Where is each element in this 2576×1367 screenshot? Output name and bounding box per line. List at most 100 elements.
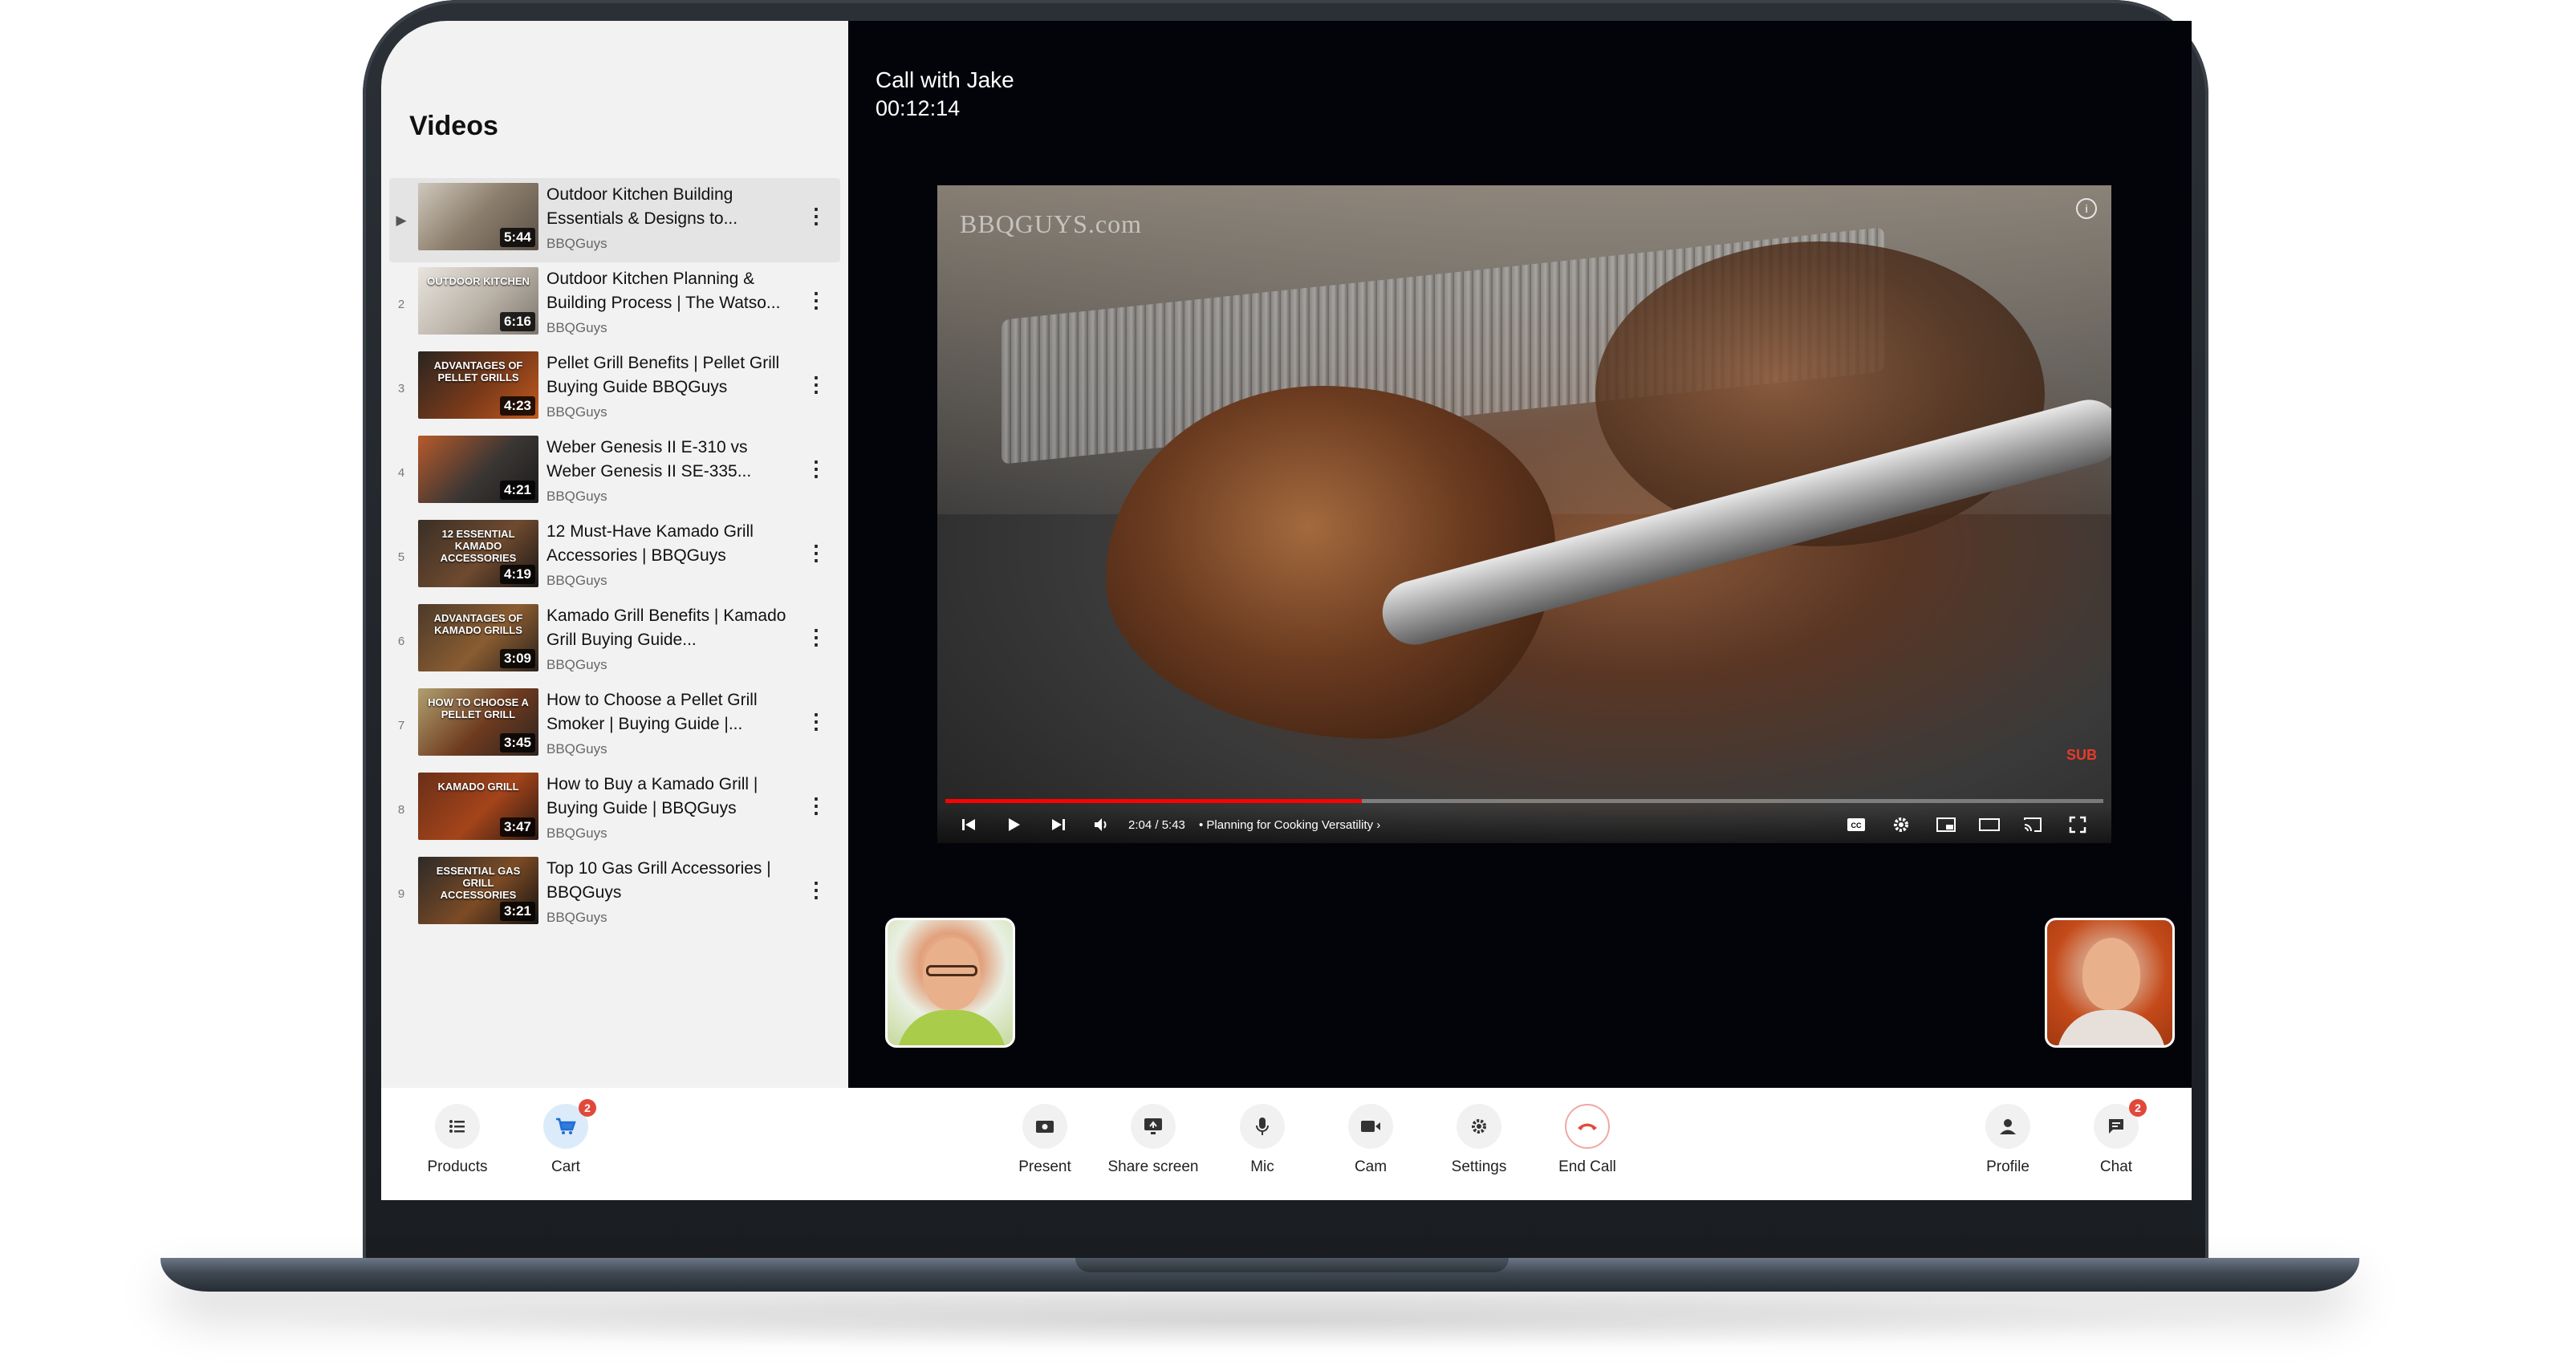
laptop-base-notch	[1075, 1258, 1509, 1272]
thumbnail-caption: ADVANTAGES OF PELLET GRILLS	[433, 359, 523, 383]
participant-video-self[interactable]	[885, 918, 1015, 1048]
video-index: 8	[397, 803, 405, 817]
more-vert-icon[interactable]: ⋮	[806, 288, 827, 312]
thumbnail-caption: KAMADO GRILL	[437, 781, 519, 793]
laptop-screen: Videos ▶ 5:44 Outdoor Kitchen Building Ess…	[381, 21, 2192, 1200]
gear-icon	[1457, 1104, 1501, 1149]
video-thumbnail[interactable]: ADVANTAGES OF KAMADO GRILLS 3:09	[418, 604, 538, 671]
video-thumbnail[interactable]: KAMADO GRILL 3:47	[418, 773, 538, 840]
more-vert-icon[interactable]: ⋮	[806, 793, 827, 817]
fullscreen-icon[interactable]	[2066, 810, 2090, 839]
play-icon[interactable]	[1002, 810, 1026, 839]
video-list-item[interactable]: ▶ 5:44 Outdoor Kitchen Building Essentials…	[389, 178, 840, 262]
video-title[interactable]: How to Choose a Pellet Grill Smoker | Bu…	[546, 688, 795, 736]
svg-text:CC: CC	[1851, 821, 1862, 830]
video-index: 4	[397, 466, 405, 480]
miniplayer-icon[interactable]	[1934, 810, 1958, 839]
theater-mode-icon[interactable]	[1977, 810, 2001, 839]
video-list-item[interactable]: 7 HOW TO CHOOSE A PELLET GRILL 3:45 How to …	[389, 684, 840, 768]
video-list-item[interactable]: 5 12 ESSENTIAL KAMADO ACCESSORIES 4:19 12 M…	[389, 515, 840, 599]
progress-bar[interactable]	[945, 799, 2103, 803]
present-button[interactable]: Present	[997, 1104, 1093, 1192]
video-list-item[interactable]: 8 KAMADO GRILL 3:47 How to Buy a Kamado Gri…	[389, 768, 840, 852]
more-vert-icon[interactable]: ⋮	[806, 541, 827, 565]
video-thumbnail[interactable]: ADVANTAGES OF PELLET GRILLS 4:23	[418, 351, 538, 419]
cam-label: Cam	[1354, 1158, 1388, 1175]
more-vert-icon[interactable]: ⋮	[806, 372, 827, 396]
video-thumbnail[interactable]: HOW TO CHOOSE A PELLET GRILL 3:45	[418, 688, 538, 756]
cam-button[interactable]: Cam	[1323, 1104, 1419, 1192]
video-title[interactable]: Outdoor Kitchen Planning & Building Proc…	[546, 267, 795, 315]
video-thumbnail[interactable]: 4:21	[418, 436, 538, 503]
info-icon[interactable]: i	[2076, 198, 2097, 219]
next-icon[interactable]	[1046, 810, 1071, 839]
list-icon	[435, 1104, 480, 1149]
video-channel: BBQGuys	[546, 236, 607, 251]
chat-button[interactable]: 2 Chat	[2068, 1099, 2164, 1192]
profile-button[interactable]: Profile	[1960, 1104, 2056, 1192]
end-call-button[interactable]: End Call	[1539, 1104, 1635, 1192]
video-title[interactable]: Top 10 Gas Grill Accessories | BBQGuys	[546, 857, 795, 905]
video-list-item[interactable]: 6 ADVANTAGES OF KAMADO GRILLS 3:09 Kamado G…	[389, 599, 840, 684]
video-watermark: BBQGUYS.com	[960, 209, 1143, 238]
video-title[interactable]: Kamado Grill Benefits | Kamado Grill Buy…	[546, 604, 795, 652]
video-thumbnail[interactable]: 5:44	[418, 183, 538, 250]
settings-button[interactable]: Settings	[1431, 1104, 1527, 1192]
video-index: 9	[397, 887, 405, 901]
laptop-shadow	[257, 1293, 2263, 1349]
previous-icon[interactable]	[957, 810, 981, 839]
video-channel: BBQGuys	[546, 741, 607, 757]
settings-gear-icon[interactable]	[1889, 810, 1913, 839]
video-channel: BBQGuys	[546, 573, 607, 588]
thumbnail-caption: HOW TO CHOOSE A PELLET GRILL	[428, 696, 529, 720]
video-player[interactable]: BBQGUYS.com i SUB 2:04 / 5:43 • Planning…	[937, 185, 2111, 843]
end-call-label: End Call	[1558, 1158, 1616, 1175]
video-index: 2	[397, 298, 405, 311]
more-vert-icon[interactable]: ⋮	[806, 625, 827, 649]
video-title[interactable]: Outdoor Kitchen Building Essentials & De…	[546, 183, 795, 231]
products-button[interactable]: Products	[409, 1104, 506, 1192]
video-list-item[interactable]: 2 OUTDOOR KITCHEN 6:16 Outdoor Kitchen Plan…	[389, 262, 840, 347]
video-list-item[interactable]: 4 4:21 Weber Genesis II E-310 vs Weber Gen…	[389, 431, 840, 515]
video-thumbnail[interactable]: 12 ESSENTIAL KAMADO ACCESSORIES 4:19	[418, 520, 538, 587]
sidebar-title: Videos	[409, 111, 498, 141]
video-list: ▶ 5:44 Outdoor Kitchen Building Essentials…	[389, 178, 840, 936]
more-vert-icon[interactable]: ⋮	[806, 709, 827, 733]
player-chapter[interactable]: • Planning for Cooking Versatility ›	[1199, 810, 1380, 839]
call-title: Call with Jake	[876, 67, 1014, 92]
more-vert-icon[interactable]: ⋮	[806, 204, 827, 228]
video-index: ▶	[396, 212, 407, 228]
video-thumbnail[interactable]: ESSENTIAL GAS GRILL ACCESSORIES 3:21	[418, 857, 538, 924]
participant-shoulders	[2057, 1010, 2166, 1045]
video-channel: BBQGuys	[546, 320, 607, 335]
more-vert-icon[interactable]: ⋮	[806, 878, 827, 902]
hangup-icon	[1565, 1104, 1610, 1149]
video-channel: BBQGuys	[546, 910, 607, 925]
thumbnail-caption: ESSENTIAL GAS GRILL ACCESSORIES	[436, 865, 521, 901]
participant-glasses	[926, 965, 977, 976]
share-screen-button[interactable]: Share screen	[1105, 1104, 1201, 1192]
video-list-item[interactable]: 3 ADVANTAGES OF PELLET GRILLS 4:23 Pellet G…	[389, 347, 840, 431]
video-thumbnail[interactable]: OUTDOOR KITCHEN 6:16	[418, 267, 538, 335]
subscribe-badge[interactable]: SUB	[2066, 747, 2097, 764]
participant-face	[2082, 938, 2140, 1010]
video-duration: 3:09	[499, 649, 535, 668]
video-title[interactable]: Pellet Grill Benefits | Pellet Grill Buy…	[546, 351, 795, 400]
progress-fill	[945, 799, 1363, 803]
video-title[interactable]: Weber Genesis II E-310 vs Weber Genesis …	[546, 436, 795, 484]
video-index: 6	[397, 635, 405, 648]
share-screen-label: Share screen	[1107, 1158, 1199, 1175]
video-list-item[interactable]: 9 ESSENTIAL GAS GRILL ACCESSORIES 3:21 Top …	[389, 852, 840, 936]
cart-label: Cart	[551, 1158, 580, 1175]
thumbnail-caption: OUTDOOR KITCHEN	[427, 275, 530, 287]
camera-icon	[1348, 1104, 1393, 1149]
cart-button[interactable]: 2 Cart	[518, 1099, 614, 1192]
volume-icon[interactable]	[1090, 810, 1114, 839]
video-title[interactable]: 12 Must-Have Kamado Grill Accessories | …	[546, 520, 795, 568]
cast-icon[interactable]	[2021, 810, 2045, 839]
captions-icon[interactable]: CC	[1844, 810, 1868, 839]
more-vert-icon[interactable]: ⋮	[806, 456, 827, 481]
video-title[interactable]: How to Buy a Kamado Grill | Buying Guide…	[546, 773, 795, 821]
mic-button[interactable]: Mic	[1214, 1104, 1310, 1192]
participant-video-jake[interactable]	[2045, 918, 2175, 1048]
